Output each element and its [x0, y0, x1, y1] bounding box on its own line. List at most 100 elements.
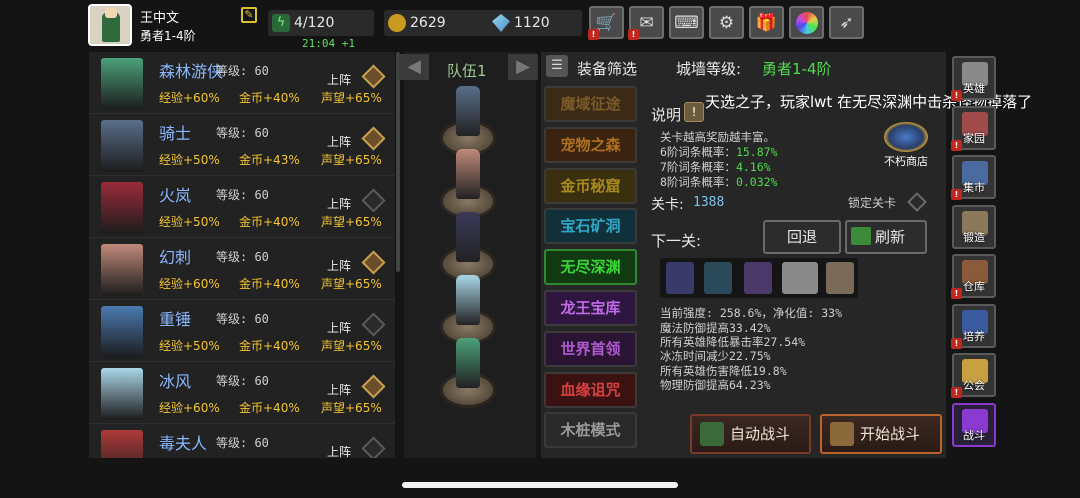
side-menu-label: 英雄 — [963, 82, 985, 95]
hero-row[interactable]: 骑士 等级: 60 经验+50% 金币+43% 声望+65% 上阵 — [89, 114, 395, 176]
equip-filter-title[interactable]: 装备筛选 — [577, 58, 637, 79]
team-next-arrow-icon[interactable]: ▶ — [508, 54, 538, 80]
team-slot-hero[interactable] — [456, 86, 480, 136]
hero-level: 等级: 60 — [216, 188, 269, 202]
hero-fame-bonus: 声望+65% — [321, 215, 382, 229]
energy-value: 4/120 — [294, 15, 335, 31]
hero-deploy-toggle[interactable] — [361, 250, 386, 275]
dungeon-button[interactable]: 宝石矿洞 — [544, 208, 637, 245]
side-menu-label: 仓库 — [963, 280, 985, 293]
dungeon-button[interactable]: 魔域征途 — [544, 86, 637, 122]
next-stage-label: 下一关: — [651, 232, 702, 250]
gold-coin-icon — [388, 14, 406, 32]
immortal-shop-icon[interactable] — [884, 122, 928, 152]
immortal-shop-label: 不朽商店 — [884, 155, 928, 168]
side-menu-button[interactable]: ! 集市 — [951, 155, 996, 200]
feather-icon[interactable]: ➶ — [829, 6, 864, 39]
hero-row[interactable]: 毒夫人 等级: 60 上阵 — [89, 424, 395, 458]
dungeon-button[interactable]: 宠物之森 — [544, 126, 637, 163]
hero-portrait — [101, 306, 143, 358]
side-menu-button[interactable]: 锻造 — [952, 204, 996, 249]
hero-exp-bonus: 经验+60% — [159, 277, 220, 291]
player-avatar[interactable] — [88, 4, 132, 46]
hero-name: 重锤 — [159, 310, 192, 329]
hero-row[interactable]: 幻刺 等级: 60 经验+60% 金币+40% 声望+65% 上阵 — [89, 238, 395, 300]
next-stage-monsters — [660, 258, 858, 298]
team-slot-hero[interactable] — [456, 149, 480, 199]
side-menu-button[interactable]: ! 家园 — [951, 105, 996, 151]
team-slot-hero[interactable] — [456, 275, 480, 325]
side-menu-label: 锻造 — [963, 230, 985, 244]
hero-portrait — [101, 182, 143, 234]
hero-portrait — [101, 120, 143, 172]
hero-fame-bonus: 声望+65% — [321, 91, 382, 105]
hero-level: 等级: 60 — [216, 374, 269, 388]
gem-value: 1120 — [514, 15, 550, 31]
hero-name: 毒夫人 — [159, 434, 208, 453]
gift-icon[interactable]: 🎁 — [749, 6, 784, 39]
side-menu-button[interactable]: ! 仓库 — [951, 254, 996, 299]
hero-list[interactable]: 森林游侠 等级: 60 经验+60% 金币+40% 声望+65% 上阵 骑士 等级: 60 经验… — [89, 52, 395, 458]
dungeon-button[interactable]: 无尽深渊 — [544, 249, 637, 286]
hero-deploy-toggle[interactable] — [361, 436, 386, 458]
mail-icon[interactable]: ✉! — [628, 6, 664, 40]
hero-row[interactable]: 冰风 等级: 60 经验+60% 金币+40% 声望+65% 上阵 — [89, 362, 395, 424]
hero-deploy-toggle[interactable] — [361, 126, 386, 151]
hero-row[interactable]: 火岚 等级: 60 经验+50% 金币+40% 声望+65% 上阵 — [89, 176, 395, 238]
hero-exp-bonus: 经验+60% — [159, 401, 220, 415]
side-menu-button[interactable]: ! 英雄 — [951, 56, 996, 101]
player-rank: 勇者1-4阶 — [140, 29, 196, 43]
color-wheel-icon[interactable] — [789, 6, 824, 39]
hero-deploy-toggle[interactable] — [361, 188, 386, 213]
team-label: 队伍1 — [447, 62, 487, 80]
dungeon-button[interactable]: 金币秘窟 — [544, 167, 637, 204]
hero-row[interactable]: 重锤 等级: 60 经验+50% 金币+40% 声望+65% 上阵 — [89, 300, 395, 362]
auto-battle-button[interactable]: 自动战斗 — [690, 414, 811, 454]
hero-gold-bonus: 金币+40% — [239, 401, 300, 415]
hero-deploy-toggle[interactable] — [361, 374, 386, 399]
back-button[interactable]: 回退 — [763, 220, 841, 254]
gem-counter: 1120 — [488, 10, 582, 36]
gold-counter: 2629 — [384, 10, 502, 36]
team-slot-hero[interactable] — [456, 212, 480, 262]
edit-icon[interactable]: ✎ — [241, 7, 257, 23]
side-menu-label: 公会 — [963, 379, 985, 392]
hero-deploy-toggle[interactable] — [361, 64, 386, 89]
hero-exp-bonus: 经验+50% — [159, 153, 220, 167]
hero-deploy-label: 上阵 — [327, 383, 352, 397]
energy-counter: ϟ 4/120 — [268, 10, 374, 36]
start-battle-label: 开始战斗 — [860, 425, 921, 443]
crossed-swords-icon — [830, 422, 854, 446]
team-slot-hero[interactable] — [456, 338, 480, 388]
hero-deploy-label: 上阵 — [327, 259, 352, 273]
side-menu-button[interactable]: ! 培养 — [951, 303, 996, 349]
stat-line-0: 当前强度: 258.6%，净化值: 33% — [660, 306, 843, 320]
home-indicator[interactable] — [402, 482, 678, 488]
dungeon-button[interactable]: 世界首领 — [544, 330, 637, 367]
hero-deploy-toggle[interactable] — [361, 312, 386, 337]
team-prev-arrow-icon[interactable]: ◀ — [399, 54, 429, 80]
hero-level: 等级: 60 — [216, 436, 269, 450]
hero-deploy-label: 上阵 — [327, 321, 352, 335]
start-battle-button[interactable]: 开始战斗 — [820, 414, 942, 454]
gamepad-icon[interactable]: ⌨ — [669, 6, 704, 39]
refresh-icon — [851, 227, 871, 245]
menu-icon[interactable]: ☰ — [546, 55, 568, 77]
gear-icon[interactable]: ⚙ — [709, 6, 744, 39]
info-line-3: 8阶词条概率：0.032% — [660, 175, 778, 189]
dungeon-button[interactable]: 龙王宝库 — [544, 290, 637, 326]
refresh-button[interactable]: 刷新 — [845, 220, 927, 254]
dungeon-button[interactable]: 血缘诅咒 — [544, 371, 637, 408]
hero-row[interactable]: 森林游侠 等级: 60 经验+60% 金币+40% 声望+65% 上阵 — [89, 52, 395, 114]
help-icon[interactable]: ! — [684, 102, 704, 122]
hero-gold-bonus: 金币+43% — [239, 153, 300, 167]
hero-deploy-label: 上阵 — [327, 445, 352, 458]
side-menu-button[interactable]: ! 公会 — [951, 353, 996, 398]
side-menu-button[interactable]: 战斗 — [952, 402, 996, 447]
hero-exp-bonus: 经验+50% — [159, 215, 220, 229]
stage-label: 关卡: — [651, 197, 684, 213]
hero-list-scrollbar[interactable] — [396, 52, 400, 272]
hero-portrait — [101, 58, 143, 110]
dungeon-button[interactable]: 木桩模式 — [544, 412, 637, 449]
shop-cart-icon[interactable]: 🛒! — [588, 6, 624, 40]
